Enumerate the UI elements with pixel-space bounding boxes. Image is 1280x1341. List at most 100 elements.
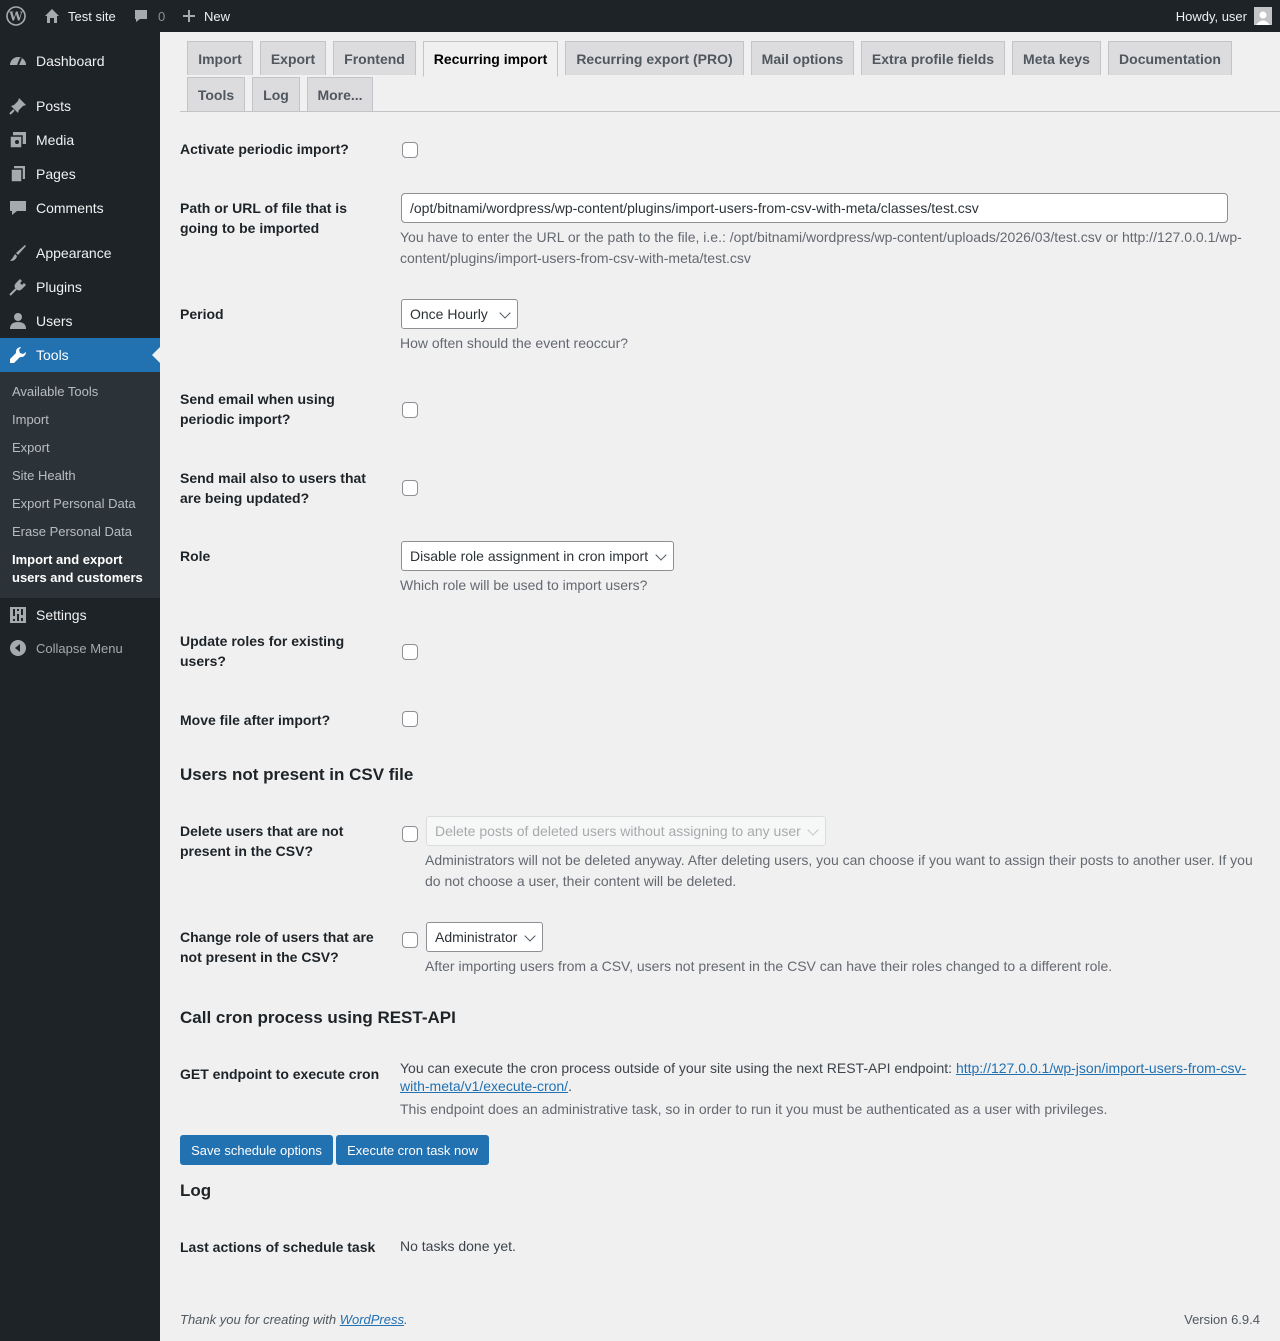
- change-role-label: Change role of users that are not presen…: [180, 929, 374, 965]
- menu-item-appearance[interactable]: Appearance: [0, 236, 160, 270]
- collapse-menu-button[interactable]: Collapse Menu: [0, 631, 160, 665]
- comments-count: 0: [158, 8, 166, 24]
- chevron-down-icon: [655, 549, 667, 561]
- send-email-label: Send email when using periodic import?: [180, 391, 335, 427]
- last-actions-label: Last actions of schedule task: [180, 1239, 376, 1255]
- tab-import[interactable]: Import: [187, 41, 253, 75]
- tab-recurring-import[interactable]: Recurring import: [423, 41, 558, 77]
- period-description: How often should the event reoccur?: [400, 335, 629, 351]
- rest-api-description: This endpoint does an administrative tas…: [400, 1101, 1108, 1117]
- activate-periodic-import-checkbox[interactable]: [402, 142, 418, 158]
- users-not-present-heading: Users not present in CSV file: [180, 765, 414, 784]
- delete-users-label: Delete users that are not present in the…: [180, 823, 344, 859]
- footer-version: Version 6.9.4: [1184, 1312, 1260, 1327]
- menu-item-media[interactable]: Media: [0, 123, 160, 157]
- move-file-checkbox[interactable]: [402, 711, 418, 727]
- tab-documentation[interactable]: Documentation: [1108, 41, 1232, 75]
- tab-export[interactable]: Export: [260, 41, 326, 75]
- pages-icon: [9, 165, 27, 183]
- comment-icon: [135, 10, 147, 22]
- wrench-icon: [9, 346, 27, 364]
- menu-item-posts[interactable]: Posts: [0, 89, 160, 123]
- site-name: Test site: [68, 8, 116, 24]
- rest-api-heading: Call cron process using REST-API: [180, 1008, 456, 1027]
- tabs-divider: [180, 111, 1280, 112]
- settings-icon: [9, 606, 27, 624]
- menu-item-comments[interactable]: Comments: [0, 191, 160, 225]
- period-label: Period: [180, 306, 224, 322]
- home-icon: [45, 9, 59, 23]
- chevron-down-icon: [499, 307, 511, 319]
- tab-log[interactable]: Log: [252, 77, 300, 111]
- path-input[interactable]: /opt/bitnami/wordpress/wp-content/plugin…: [401, 193, 1228, 223]
- tools-submenu: Available Tools Import Export Site Healt…: [0, 372, 160, 598]
- menu-item-settings[interactable]: Settings: [0, 598, 160, 632]
- new-label: New: [204, 8, 231, 24]
- send-mail-updated-label: Send mail also to users that are being u…: [180, 470, 366, 506]
- save-schedule-button[interactable]: Save schedule options: [180, 1135, 333, 1165]
- path-description: You have to enter the URL or the path to…: [400, 229, 1242, 266]
- footer-thankyou: Thank you for creating with WordPress.: [180, 1312, 408, 1327]
- menu-item-pages[interactable]: Pages: [0, 157, 160, 191]
- admin-menu: Dashboard Posts Media Pages Comments App…: [0, 32, 160, 1341]
- submenu-site-health[interactable]: Site Health: [12, 467, 76, 485]
- new-content-link[interactable]: New: [182, 0, 230, 32]
- chevron-down-icon: [807, 824, 819, 836]
- send-email-checkbox[interactable]: [402, 402, 418, 418]
- submenu-import[interactable]: Import: [12, 411, 49, 429]
- menu-item-users[interactable]: Users: [0, 304, 160, 338]
- submenu-erase-personal-data[interactable]: Erase Personal Data: [12, 523, 132, 541]
- brush-icon: [9, 244, 27, 262]
- chevron-down-icon: [524, 930, 536, 942]
- plus-icon: [183, 10, 195, 22]
- role-label: Role: [180, 548, 211, 564]
- avatar: [1254, 7, 1272, 25]
- plug-icon: [9, 278, 27, 296]
- change-role-checkbox[interactable]: [402, 932, 418, 948]
- pin-icon: [9, 97, 27, 115]
- delete-posts-select: Delete posts of deleted users without as…: [426, 816, 826, 846]
- wordpress-logo-icon[interactable]: W: [6, 0, 26, 32]
- send-mail-updated-checkbox[interactable]: [402, 480, 418, 496]
- tab-frontend[interactable]: Frontend: [333, 41, 416, 75]
- log-heading: Log: [180, 1181, 212, 1200]
- tab-mail-options[interactable]: Mail options: [751, 41, 854, 75]
- submenu-export-personal-data[interactable]: Export Personal Data: [12, 495, 136, 513]
- tab-more[interactable]: More...: [307, 77, 373, 111]
- site-name-link[interactable]: Test site: [44, 0, 116, 32]
- wordpress-link[interactable]: WordPress: [340, 1312, 404, 1327]
- tab-extra-profile-fields[interactable]: Extra profile fields: [861, 41, 1005, 75]
- role-select[interactable]: Disable role assignment in cron import: [401, 541, 674, 571]
- menu-item-tools[interactable]: Tools: [0, 338, 160, 372]
- collapse-icon: [9, 639, 27, 657]
- path-label: Path or URL of file that is going to be …: [180, 200, 347, 236]
- menu-item-dashboard[interactable]: Dashboard: [0, 44, 160, 78]
- execute-cron-button[interactable]: Execute cron task now: [336, 1135, 489, 1165]
- submenu-import-export-users[interactable]: Import and export users and customers: [12, 551, 152, 587]
- last-actions-value: No tasks done yet.: [400, 1238, 516, 1254]
- comments-link[interactable]: 0: [133, 0, 165, 32]
- user-icon: [9, 312, 27, 330]
- update-roles-label: Update roles for existing users?: [180, 633, 345, 669]
- media-icon: [9, 131, 27, 149]
- tab-meta-keys[interactable]: Meta keys: [1012, 41, 1101, 75]
- admin-bar: W Test site 0 New Howdy, user: [0, 0, 1280, 32]
- tab-recurring-export-pro[interactable]: Recurring export (PRO): [565, 41, 744, 75]
- activate-periodic-import-label: Activate periodic import?: [180, 141, 349, 157]
- my-account-link[interactable]: Howdy, user: [1176, 0, 1272, 32]
- role-description: Which role will be used to import users?: [400, 577, 648, 593]
- howdy-text: Howdy, user: [1175, 8, 1247, 24]
- submenu-export[interactable]: Export: [12, 439, 50, 457]
- menu-item-plugins[interactable]: Plugins: [0, 270, 160, 304]
- tab-tools[interactable]: Tools: [187, 77, 245, 111]
- submenu-available-tools[interactable]: Available Tools: [12, 383, 98, 401]
- move-file-label: Move file after import?: [180, 712, 331, 728]
- rest-api-text: You can execute the cron process outside…: [400, 1060, 1247, 1094]
- period-select[interactable]: Once Hourly: [401, 299, 518, 329]
- update-roles-checkbox[interactable]: [402, 644, 418, 660]
- change-role-select[interactable]: Administrator: [426, 922, 543, 952]
- delete-users-checkbox[interactable]: [402, 826, 418, 842]
- svg-text:W: W: [8, 10, 23, 24]
- dashboard-icon: [9, 52, 27, 70]
- delete-users-description: Administrators will not be deleted anywa…: [425, 852, 1253, 889]
